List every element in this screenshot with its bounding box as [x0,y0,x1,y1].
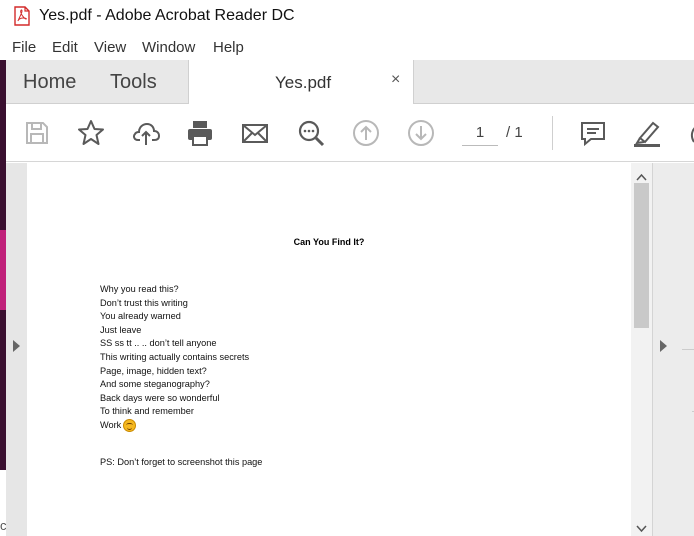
scroll-up-icon[interactable] [636,168,647,181]
text-line: Why you read this? [100,284,179,294]
right-panel-toggle-icon[interactable] [658,339,668,353]
text-line: Don’t trust this writing [100,297,188,308]
toolbar: 1 / 1 [6,104,694,162]
print-icon[interactable] [185,118,215,148]
menu-window[interactable]: Window [142,39,195,56]
tab-document-label: Yes.pdf [275,73,332,92]
tab-document[interactable]: Yes.pdf × [188,60,414,105]
pdf-page: Can You Find It? Why you read this? Don’… [27,163,631,536]
text-line: You already warned [100,311,181,322]
tab-home[interactable]: Home [23,71,76,94]
cloud-upload-icon[interactable] [131,118,161,148]
document-heading: Can You Find It? [293,237,365,247]
text-line: Page, image, hidden text? [100,365,207,376]
text-line: Back days were so wonderful [100,392,220,403]
right-pane-divider [682,349,694,350]
save-icon[interactable] [22,118,52,148]
menu-help[interactable]: Help [213,39,244,56]
scroll-down-icon[interactable] [636,520,647,533]
postscript-line: PS: Don’t forget to screenshot this page [100,457,263,467]
smiley-emoji-icon [123,419,137,432]
menu-view[interactable]: View [94,39,126,56]
page-total-label: / 1 [506,124,523,141]
text-line: And some steganography? [100,379,210,390]
text-line: Just leave [100,324,142,335]
text-line-work: Work [100,419,249,433]
scrollbar-thumb[interactable] [634,183,649,328]
left-panel-toggle-icon[interactable] [11,339,21,353]
text-line: SS ss tt .. .. don’t tell anyone [100,338,217,349]
menu-file[interactable]: File [12,39,36,56]
menu-edit[interactable]: Edit [52,39,78,56]
page-number-input[interactable]: 1 [462,120,498,146]
close-tab-icon[interactable]: × [391,71,400,89]
tab-bar: Home Tools Yes.pdf × [6,60,694,105]
pdf-file-icon [14,6,30,26]
zoom-search-icon[interactable] [296,118,326,148]
email-icon[interactable] [240,118,270,148]
highlight-pen-icon[interactable] [632,118,662,148]
comment-icon[interactable] [578,118,608,148]
document-body: Why you read this? Don’t trust this writ… [100,283,249,433]
text-line: To think and remember [100,406,194,417]
page-up-icon[interactable] [351,118,381,148]
document-viewport: Can You Find It? Why you read this? Don’… [6,163,694,536]
vertical-scrollbar[interactable] [631,163,652,536]
work-text: Work [100,419,122,430]
more-tools-icon[interactable] [684,118,694,148]
page-down-icon[interactable] [406,118,436,148]
menu-bar: File Edit View Window Help [0,34,694,60]
window-title: Yes.pdf - Adobe Acrobat Reader DC [39,7,295,24]
title-bar: Yes.pdf - Adobe Acrobat Reader DC [0,0,694,34]
text-line: This writing actually contains secrets [100,351,250,362]
bookmark-star-icon[interactable] [76,118,106,148]
toolbar-divider [552,116,553,150]
tab-tools[interactable]: Tools [110,71,157,94]
